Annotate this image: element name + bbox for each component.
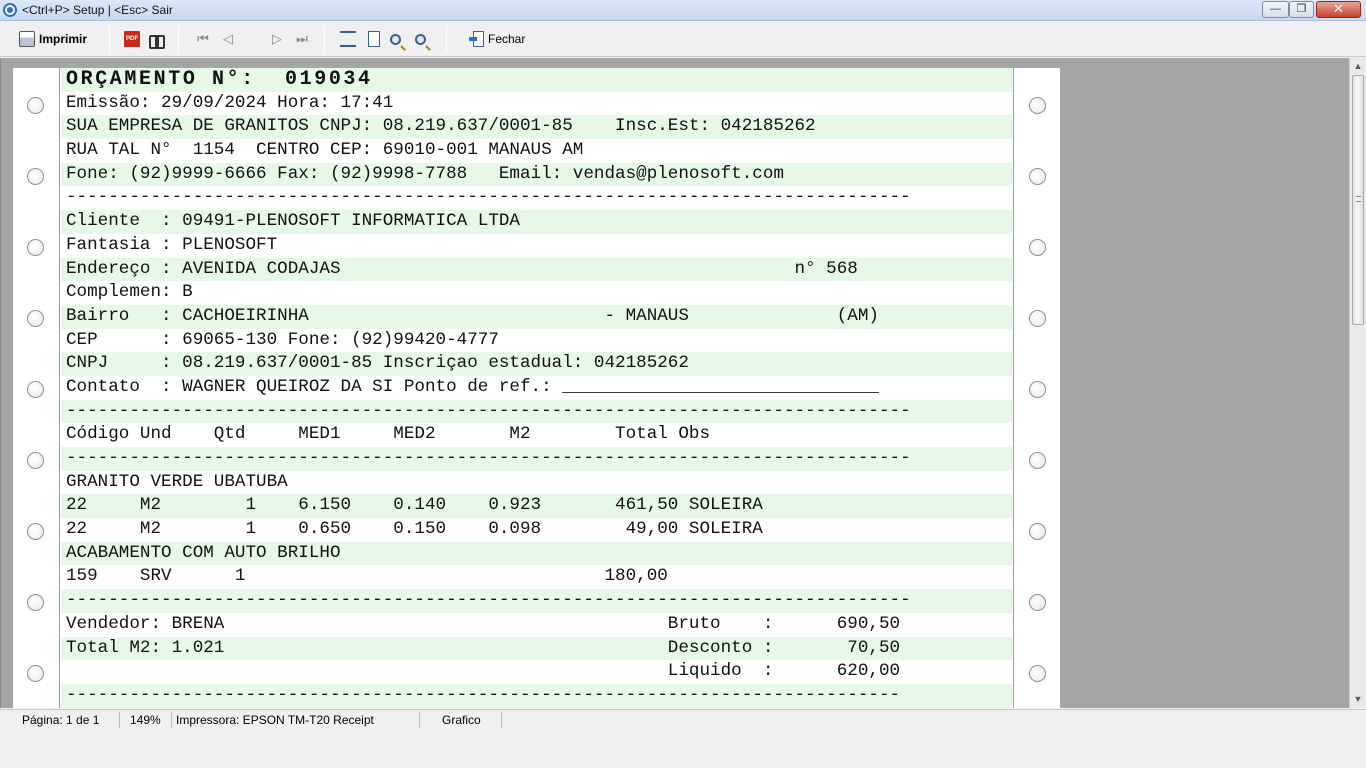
receipt-content: ORÇAMENTO N°: 019034 Emissão: 29/09/2024… [61, 68, 1012, 708]
last-page-icon: ⏭ [296, 31, 308, 46]
receipt-line: Código Und Qtd MED1 MED2 M2 Total Obs [66, 424, 711, 445]
receipt-line: CNPJ : 08.219.637/0001-85 Inscriçao esta… [61, 352, 1012, 376]
receipt-line: RUA TAL N° 1154 CENTRO CEP: 69010-001 MA… [66, 140, 584, 161]
printer-icon [19, 31, 35, 47]
previous-page-button[interactable]: ◁ [220, 28, 236, 50]
perforation-hole [1029, 452, 1046, 469]
printer-name: Impressora: EPSON TM-T20 Receipt [172, 712, 420, 728]
perforation-hole [1029, 381, 1046, 398]
receipt-line: GRANITO VERDE UBATUBA [66, 471, 288, 492]
perforation-hole [27, 452, 44, 469]
zoom-out-button[interactable] [415, 28, 426, 50]
zoom-in-button[interactable] [390, 28, 401, 50]
page-width-icon [340, 31, 356, 47]
zoom-in-icon [390, 33, 401, 45]
receipt-line: ----------------------------------------… [61, 683, 1012, 708]
title-bar: <Ctrl+P> Setup | <Esc> Sair — ❐ ✕ [0, 0, 1366, 21]
perforation-hole [1029, 97, 1046, 114]
close-button-label: Fechar [488, 32, 526, 46]
print-button-label: Imprimir [39, 32, 88, 46]
first-page-icon: ⏮ [197, 31, 209, 46]
close-preview-button[interactable]: Fechar [469, 28, 526, 50]
receipt-line: Emissão: 29/09/2024 Hora: 17:41 [66, 92, 394, 113]
receipt-line: Liquido : 620,00 [66, 661, 901, 682]
scroll-down-icon[interactable]: ▼ [1350, 691, 1366, 708]
toolbar-separator [178, 26, 179, 53]
perforation-hole [27, 310, 44, 327]
render-mode: Grafico [422, 712, 502, 728]
receipt-line: SUA EMPRESA DE GRANITOS CNPJ: 08.219.637… [61, 115, 1012, 140]
perforation-hole [27, 523, 44, 540]
receipt-line: Fantasia : PLENOSOFT [66, 234, 278, 255]
perforation-hole [27, 381, 44, 398]
toolbar: Imprimir PDF ⏮ ◁ ▷ ⏭ Fechar [0, 22, 1366, 57]
find-button[interactable] [149, 28, 165, 50]
preview-area[interactable]: ORÇAMENTO N°: 019034 Emissão: 29/09/2024… [0, 58, 1349, 708]
receipt-line: ----------------------------------------… [61, 399, 1012, 424]
status-bar: Página: 1 de 1 149% Impressora: EPSON TM… [0, 709, 1366, 729]
document-title: ORÇAMENTO N°: 019034 [61, 68, 1012, 92]
receipt-line: Cliente : 09491-PLENOSOFT INFORMATICA LT… [61, 210, 1012, 234]
perforation-hole [1029, 523, 1046, 540]
receipt-line: Total M2: 1.021 Desconto : 70,50 [61, 636, 1012, 661]
page-indicator: Página: 1 de 1 [2, 712, 120, 728]
next-page-icon: ▷ [272, 31, 282, 46]
zoom-out-icon [415, 33, 426, 45]
maximize-button[interactable]: ❐ [1289, 1, 1314, 18]
page-width-button[interactable] [340, 28, 356, 50]
toolbar-separator [324, 26, 325, 53]
receipt-line: ----------------------------------------… [61, 589, 1012, 613]
previous-page-icon: ◁ [223, 31, 233, 46]
perforation-hole [1029, 310, 1046, 327]
receipt-line: Fone: (92)9999-6666 Fax: (92)9998-7788 E… [61, 162, 1012, 187]
receipt-line: CEP : 69065-130 Fone: (92)99420-4777 [66, 329, 499, 350]
right-perforation-strip [1013, 68, 1060, 708]
receipt-line: ACABAMENTO COM AUTO BRILHO [61, 541, 1012, 566]
whole-page-icon [368, 31, 380, 47]
toolbar-separator [109, 26, 110, 53]
exit-icon [469, 31, 484, 47]
binoculars-icon [149, 31, 165, 49]
export-pdf-button[interactable]: PDF [124, 28, 140, 50]
scroll-up-icon[interactable]: ▲ [1350, 58, 1366, 75]
first-page-button[interactable]: ⏮ [195, 28, 211, 50]
perforation-hole [27, 239, 44, 256]
receipt-line: Vendedor: BRENA Bruto : 690,50 [66, 613, 901, 634]
whole-page-button[interactable] [368, 28, 380, 50]
perforation-hole [27, 594, 44, 611]
receipt-line: 22 M2 1 6.150 0.140 0.923 461,50 SOLEIRA [61, 494, 1012, 519]
perforation-hole [1029, 168, 1046, 185]
print-button[interactable]: Imprimir [19, 28, 87, 50]
vertical-scrollbar[interactable]: ▲ ▼ [1349, 58, 1366, 708]
perforation-hole [1029, 594, 1046, 611]
receipt-line: Complemen: B [66, 282, 193, 303]
grip-icon [1356, 196, 1361, 202]
perforation-hole [27, 168, 44, 185]
receipt-line: ----------------------------------------… [61, 447, 1012, 471]
receipt-line: 159 SRV 1 180,00 [66, 566, 668, 587]
receipt-line: Contato : WAGNER QUEIROZ DA SI Ponto de … [66, 376, 879, 397]
receipt-line: ----------------------------------------… [66, 187, 911, 208]
last-page-button[interactable]: ⏭ [294, 28, 310, 50]
receipt-line: Bairro : CACHOEIRINHA - MANAUS (AM) [61, 304, 1012, 329]
perforation-hole [1029, 665, 1046, 682]
scroll-thumb[interactable] [1352, 75, 1364, 325]
toolbar-separator [446, 26, 447, 53]
close-window-button[interactable]: ✕ [1316, 1, 1361, 18]
perforation-hole [1029, 239, 1046, 256]
minimize-button[interactable]: — [1262, 1, 1289, 18]
window-title: <Ctrl+P> Setup | <Esc> Sair [22, 3, 173, 17]
receipt-line: Endereço : AVENIDA CODAJAS n° 568 [61, 257, 1012, 282]
zoom-level: 149% [122, 712, 172, 728]
receipt-line: 22 M2 1 0.650 0.150 0.098 49,00 SOLEIRA [66, 519, 763, 540]
pdf-icon: PDF [124, 31, 140, 47]
perforation-hole [27, 97, 44, 114]
left-perforation-strip [13, 68, 60, 708]
next-page-button[interactable]: ▷ [269, 28, 285, 50]
app-icon [3, 3, 17, 17]
report-page: ORÇAMENTO N°: 019034 Emissão: 29/09/2024… [13, 68, 1060, 708]
perforation-hole [27, 665, 44, 682]
